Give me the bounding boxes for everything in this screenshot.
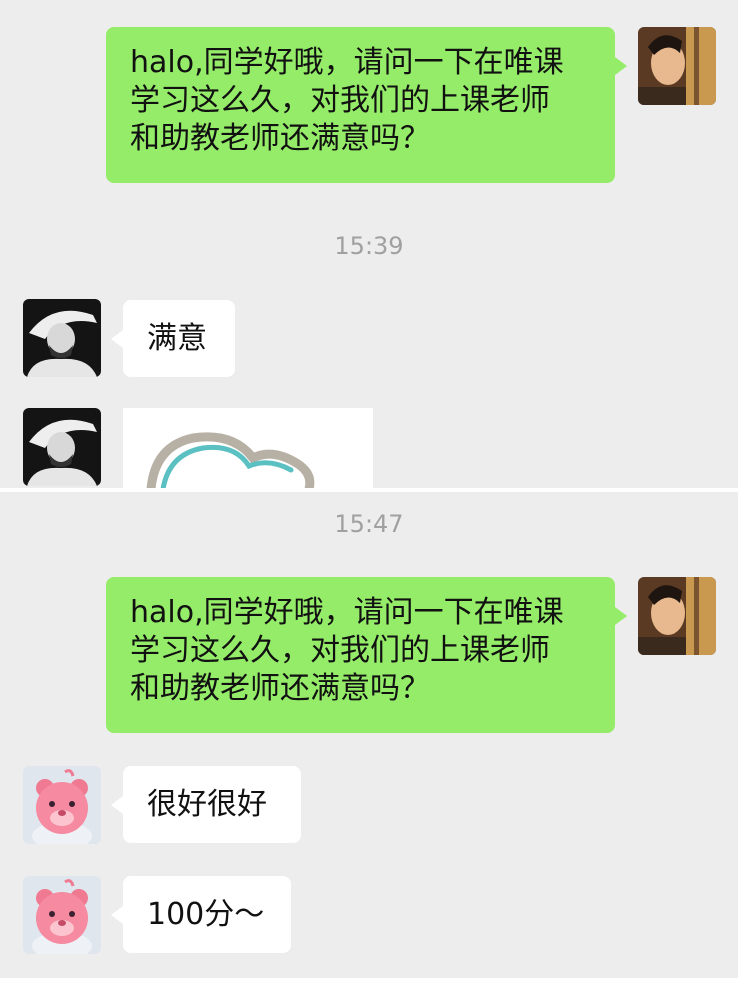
message-line: halo,同学好哦，请问一下在唯课	[130, 595, 564, 630]
message-text: 满意	[147, 320, 207, 356]
message-line: 学习这么久，对我们的上课老师	[130, 633, 550, 668]
message-line: 和助教老师还满意吗？	[130, 671, 430, 706]
student-avatar[interactable]	[23, 766, 101, 844]
message-line: 和助教老师还满意吗？	[130, 121, 430, 156]
sticker-image[interactable]	[123, 408, 373, 489]
incoming-message-bubble[interactable]: 100分～	[111, 876, 291, 953]
outgoing-message-bubble[interactable]: halo,同学好哦，请问一下在唯课 学习这么久，对我们的上课老师 和助教老师还满…	[106, 577, 627, 733]
message-text: 100分～	[147, 896, 265, 932]
bottom-edge	[0, 978, 738, 983]
student-avatar[interactable]	[23, 876, 101, 954]
student-avatar[interactable]	[23, 299, 101, 377]
student-avatar[interactable]	[23, 408, 101, 486]
sender-avatar[interactable]	[638, 27, 716, 105]
outgoing-message-bubble[interactable]: halo,同学好哦，请问一下在唯课 学习这么久，对我们的上课老师 和助教老师还满…	[106, 27, 627, 183]
timestamp: 15:39	[334, 232, 404, 260]
chat-screenshot-2: 15:47 halo,同学好哦，请问一下在唯课 学习这么久，对我们的上课老师 和…	[0, 492, 738, 978]
timestamp: 15:47	[334, 510, 404, 538]
message-text: 很好很好	[147, 786, 267, 822]
incoming-message-bubble[interactable]: 很好很好	[111, 766, 301, 843]
message-line: 学习这么久，对我们的上课老师	[130, 83, 550, 118]
incoming-message-bubble[interactable]: 满意	[111, 300, 235, 377]
sender-avatar[interactable]	[638, 577, 716, 655]
message-line: halo,同学好哦，请问一下在唯课	[130, 45, 564, 80]
chat-screenshot-1: halo,同学好哦，请问一下在唯课 学习这么久，对我们的上课老师 和助教老师还满…	[0, 0, 738, 489]
